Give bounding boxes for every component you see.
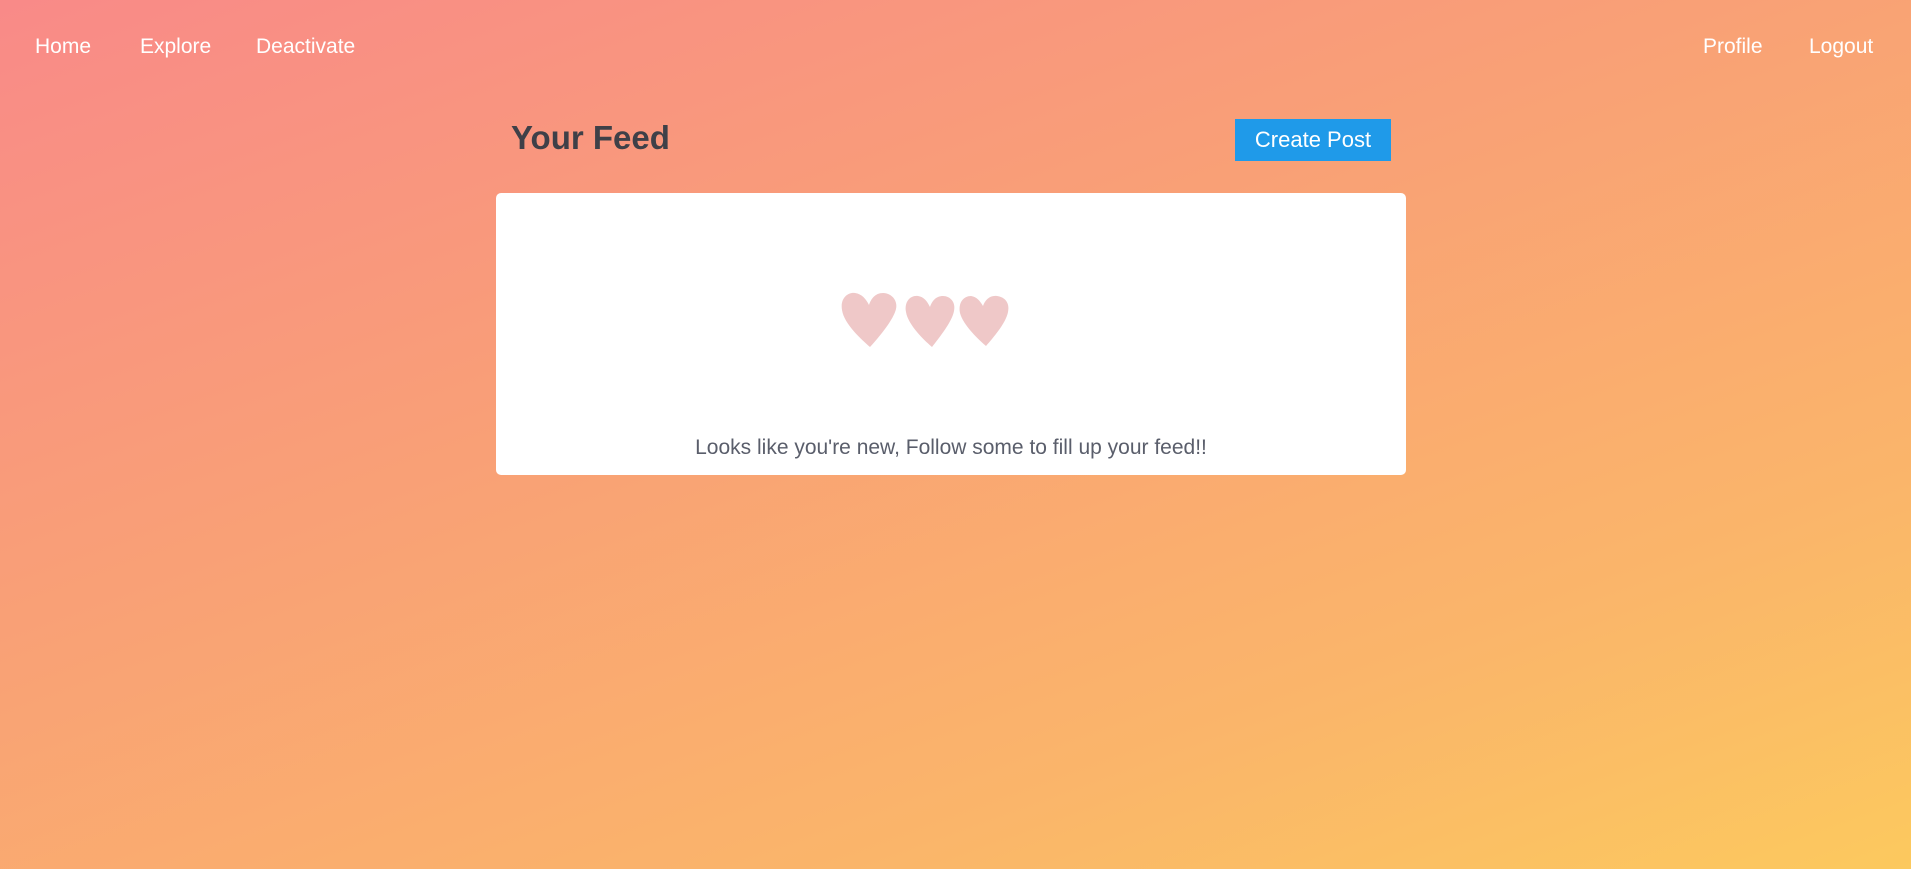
- nav-deactivate-link[interactable]: Deactivate: [256, 34, 355, 60]
- nav-logout-link[interactable]: Logout: [1809, 34, 1873, 60]
- nav-explore-link[interactable]: Explore: [140, 34, 211, 60]
- nav-home-link[interactable]: Home: [35, 34, 91, 60]
- hearts-icon: [841, 292, 1009, 347]
- create-post-button[interactable]: Create Post: [1235, 119, 1391, 161]
- feed-card: Looks like you're new, Follow some to fi…: [496, 193, 1406, 475]
- page-title: Your Feed: [511, 119, 670, 156]
- empty-feed-message: Looks like you're new, Follow some to fi…: [695, 436, 1207, 459]
- nav-profile-link[interactable]: Profile: [1703, 34, 1763, 60]
